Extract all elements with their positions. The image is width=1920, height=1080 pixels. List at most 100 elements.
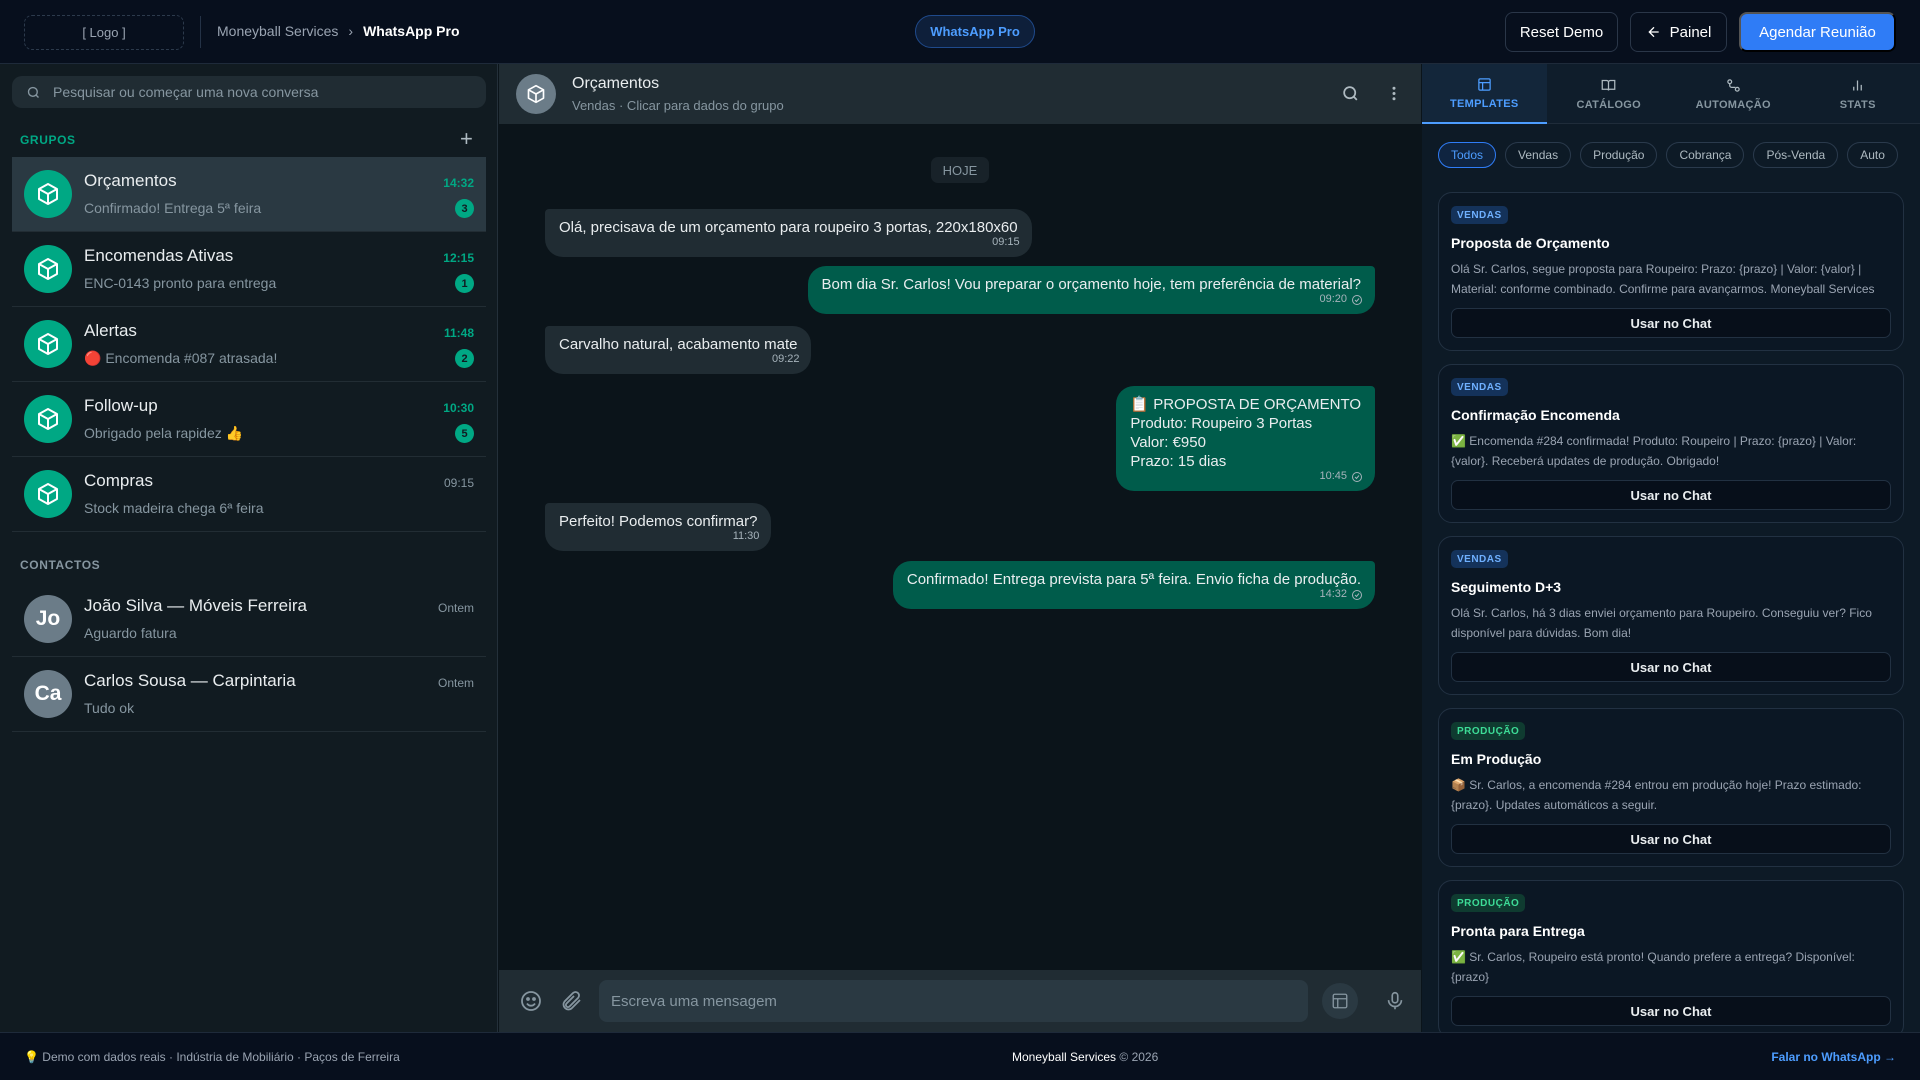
panel-label: Painel [1669, 23, 1712, 41]
unread-badge: 5 [455, 424, 474, 443]
package-icon [38, 183, 58, 205]
template-card: PRODUÇÃO Pronta para Entrega ✅ Sr. Carlo… [1438, 880, 1904, 1039]
reset-demo-button[interactable]: Reset Demo [1505, 12, 1618, 52]
list-item[interactable]: Jo João Silva — Móveis Ferreira Aguardo … [12, 582, 486, 657]
item-time: 09:15 [443, 476, 474, 490]
read-check-icon [1352, 589, 1362, 600]
message-text: Confirmado! Entrega prevista para 5ª fei… [906, 571, 1361, 588]
unread-badge: 1 [455, 274, 474, 293]
use-in-chat-button[interactable]: Usar no Chat [1451, 824, 1891, 854]
template-text: Olá Sr. Carlos, há 3 dias enviei orçamen… [1451, 606, 1872, 640]
message-meta: 14:32 [1319, 585, 1363, 604]
message-outgoing: 📋 PROPOSTA DE ORÇAMENTO Produto: Roupeir… [1116, 386, 1375, 491]
tab-catalog[interactable]: CATÁLOGO [1547, 64, 1672, 124]
divider [200, 16, 201, 48]
list-item[interactable]: Compras Stock madeira chega 6ª feira 09:… [12, 457, 486, 532]
layout-icon [1478, 77, 1491, 91]
top-bar: [ Logo ] Moneyball Services › WhatsApp P… [0, 0, 1920, 64]
item-time: 11:48 [443, 326, 474, 340]
tab-templates[interactable]: TEMPLATES [1422, 64, 1547, 124]
list-item[interactable]: Ca Carlos Sousa — Carpintaria Tudo ok On… [12, 657, 486, 732]
item-time: 12:15 [443, 251, 474, 265]
template-text: Olá Sr. Carlos, segue proposta para Roup… [1451, 262, 1875, 296]
whatsapp-cta-link[interactable]: Falar no WhatsApp → [1771, 1050, 1896, 1064]
breadcrumb-current: WhatsApp Pro [363, 23, 460, 39]
message-incoming: Carvalho natural, acabamento mate 09:22 [545, 326, 812, 374]
logo-placeholder: [ Logo ] [24, 15, 184, 50]
emoji-icon[interactable] [519, 989, 543, 1013]
search-input[interactable] [53, 84, 453, 100]
use-in-chat-button[interactable]: Usar no Chat [1451, 996, 1891, 1026]
item-name: Orçamentos [84, 171, 177, 190]
template-text: ✅ Sr. Carlos, Roupeiro está pronto! Quan… [1451, 950, 1855, 984]
list-item[interactable]: Alertas 🔴 Encomenda #087 atrasada! 11:48… [12, 307, 486, 382]
unread-badge: 2 [455, 349, 474, 368]
template-list: VENDAS Proposta de Orçamento Olá Sr. Car… [1438, 192, 1904, 1052]
tab-automation[interactable]: AUTOMAÇÃO [1671, 64, 1796, 124]
message-time: 09:22 [771, 353, 800, 365]
templates-button[interactable] [1322, 983, 1358, 1019]
item-name: João Silva — Móveis Ferreira [84, 596, 307, 615]
message-text: Carvalho natural, acabamento mate [559, 336, 798, 353]
panel-button[interactable]: Painel [1630, 12, 1727, 52]
group-avatar [24, 470, 72, 518]
item-name: Follow-up [84, 396, 158, 415]
tab-label: STATS [1839, 98, 1876, 111]
item-name: Carlos Sousa — Carpintaria [84, 671, 296, 690]
item-preview: 🔴 Encomenda #087 atrasada! [84, 350, 278, 366]
message-incoming: Olá, precisava de um orçamento para roup… [545, 209, 1032, 257]
breadcrumb-parent[interactable]: Moneyball Services [217, 23, 338, 39]
message-meta: 10:45 [1319, 467, 1363, 486]
item-name: Encomendas Ativas [84, 246, 234, 265]
package-icon [38, 483, 58, 505]
list-item[interactable]: Follow-up Obrigado pela rapidez 👍 10:30 … [12, 382, 486, 457]
use-in-chat-button[interactable]: Usar no Chat [1451, 480, 1891, 510]
filter-chip[interactable]: Todos [1438, 142, 1497, 168]
group-avatar [24, 320, 72, 368]
template-title: Pronta para Entrega [1451, 923, 1585, 939]
product-pill: WhatsApp Pro [915, 15, 1035, 48]
filter-chip[interactable]: Cobrança [1666, 142, 1745, 168]
microphone-icon[interactable] [1384, 989, 1406, 1013]
search-bar[interactable] [12, 76, 486, 108]
schedule-meeting-button[interactable]: Agendar Reunião [1739, 12, 1896, 52]
package-icon [38, 333, 58, 355]
read-check-icon [1352, 294, 1362, 305]
conversation-sidebar: GRUPOS + Orçamentos Confirmado! Entrega … [0, 64, 498, 1032]
message-time: 10:45 [1319, 470, 1347, 482]
template-title: Seguimento D+3 [1451, 579, 1562, 595]
template-text: ✅ Encomenda #284 confirmada! Produto: Ro… [1451, 434, 1857, 468]
filter-chip[interactable]: Auto [1847, 142, 1898, 168]
search-icon[interactable] [1341, 84, 1360, 103]
footer: 💡 Demo com dados reais · Indústria de Mo… [0, 1032, 1920, 1080]
book-open-icon [1601, 79, 1616, 91]
group-avatar [24, 170, 72, 218]
footer-note: 💡 Demo com dados reais · Indústria de Mo… [24, 1050, 400, 1064]
use-in-chat-button[interactable]: Usar no Chat [1451, 652, 1891, 682]
arrow-left-icon [1648, 26, 1659, 38]
more-vertical-icon[interactable] [1385, 84, 1403, 103]
search-icon [27, 86, 39, 98]
list-item[interactable]: Orçamentos Confirmado! Entrega 5ª feira … [12, 157, 486, 232]
template-title: Confirmação Encomenda [1451, 407, 1620, 423]
attach-icon[interactable] [559, 989, 583, 1013]
breadcrumb-separator: › [348, 23, 354, 39]
add-group-icon[interactable]: + [460, 126, 473, 152]
message-text: Bom dia Sr. Carlos! Vou preparar o orçam… [821, 276, 1361, 293]
footer-year: © 2026 [1119, 1050, 1159, 1064]
filter-chip[interactable]: Vendas [1505, 142, 1572, 168]
unread-badge: 3 [455, 199, 474, 218]
filter-chip[interactable]: Produção [1580, 142, 1658, 168]
tab-stats[interactable]: STATS [1796, 64, 1920, 124]
tab-label: TEMPLATES [1450, 97, 1519, 110]
filter-chip[interactable]: Pós-Venda [1753, 142, 1839, 168]
read-check-icon [1352, 471, 1362, 482]
message-input[interactable] [599, 980, 1308, 1022]
group-avatar [24, 245, 72, 293]
template-card: VENDAS Seguimento D+3 Olá Sr. Carlos, há… [1438, 536, 1904, 695]
chat-header[interactable]: Orçamentos Vendas · Clicar para dados do… [499, 64, 1421, 124]
tab-label: AUTOMAÇÃO [1695, 98, 1771, 111]
tab-label: CATÁLOGO [1576, 98, 1642, 111]
list-item[interactable]: Encomendas Ativas ENC-0143 pronto para e… [12, 232, 486, 307]
use-in-chat-button[interactable]: Usar no Chat [1451, 308, 1891, 338]
